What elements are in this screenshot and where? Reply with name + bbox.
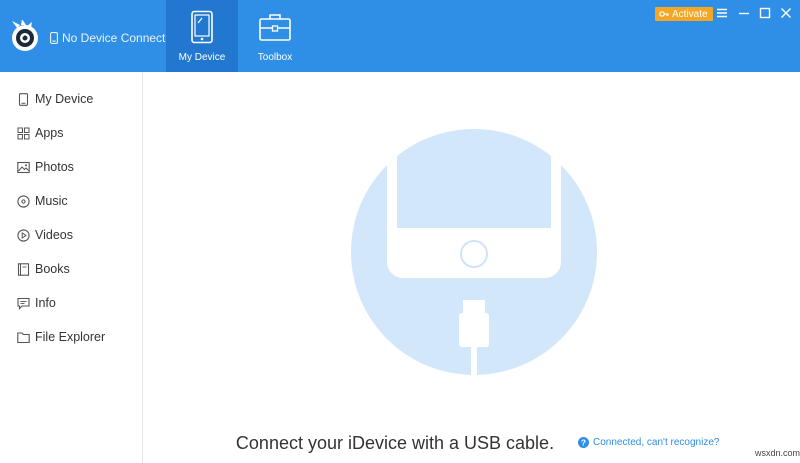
sidebar-item-label: Info bbox=[35, 296, 56, 310]
sidebar-item-file-explorer[interactable]: File Explorer bbox=[0, 323, 143, 351]
sidebar: My Device Apps Photos Music Videos Books… bbox=[0, 72, 143, 463]
sidebar-item-my-device[interactable]: My Device bbox=[0, 85, 143, 113]
device-status: No Device Connected bbox=[50, 31, 179, 45]
tab-toolbox[interactable]: Toolbox bbox=[239, 0, 311, 72]
tab-toolbox-label: Toolbox bbox=[257, 52, 293, 63]
phone-status-icon bbox=[50, 32, 58, 44]
connect-instruction: Connect your iDevice with a USB cable. bbox=[235, 433, 555, 453]
sidebar-item-label: Photos bbox=[35, 160, 74, 174]
apps-grid-icon bbox=[17, 127, 30, 139]
minimize-icon[interactable] bbox=[737, 6, 751, 20]
sidebar-item-photos[interactable]: Photos bbox=[0, 153, 143, 181]
app-logo-icon bbox=[12, 20, 38, 51]
folder-icon bbox=[17, 331, 30, 343]
activate-label: Activate bbox=[672, 8, 708, 20]
sidebar-item-label: Music bbox=[35, 194, 68, 208]
help-link[interactable]: ? Connected, can't recognize? bbox=[578, 437, 719, 448]
maximize-icon[interactable] bbox=[758, 6, 772, 20]
activate-button[interactable]: Activate bbox=[655, 7, 713, 21]
sidebar-item-label: Videos bbox=[35, 228, 73, 242]
device-icon bbox=[18, 92, 29, 106]
menu-icon[interactable] bbox=[715, 6, 729, 20]
connect-device-illustration bbox=[351, 129, 597, 377]
sidebar-item-apps[interactable]: Apps bbox=[0, 119, 143, 147]
watermark: wsxdn.com bbox=[755, 448, 800, 458]
sidebar-item-label: Books bbox=[35, 262, 70, 276]
tablet-icon bbox=[191, 10, 213, 44]
sidebar-item-label: My Device bbox=[35, 92, 94, 106]
sidebar-item-label: File Explorer bbox=[35, 330, 106, 344]
svg-text:?: ? bbox=[581, 438, 586, 448]
key-icon bbox=[659, 11, 669, 17]
close-icon[interactable] bbox=[779, 6, 793, 20]
sidebar-item-books[interactable]: Books bbox=[0, 255, 143, 283]
sidebar-item-music[interactable]: Music bbox=[0, 187, 143, 215]
photo-icon bbox=[17, 161, 30, 173]
music-disc-icon bbox=[17, 194, 30, 208]
device-status-text: No Device Connected bbox=[62, 31, 179, 45]
book-icon bbox=[17, 262, 30, 276]
title-bar: No Device Connected My Device Toolbox Ac… bbox=[0, 0, 800, 72]
tab-my-device[interactable]: My Device bbox=[166, 0, 238, 72]
chat-info-icon bbox=[17, 297, 30, 310]
help-link-text: Connected, can't recognize? bbox=[593, 437, 720, 448]
help-question-icon: ? bbox=[578, 437, 589, 448]
main-panel: Connect your iDevice with a USB cable. ?… bbox=[144, 72, 800, 463]
sidebar-item-videos[interactable]: Videos bbox=[0, 221, 143, 249]
tab-my-device-label: My Device bbox=[178, 52, 226, 63]
sidebar-item-info[interactable]: Info bbox=[0, 289, 143, 317]
toolbox-icon bbox=[259, 14, 291, 41]
sidebar-item-label: Apps bbox=[35, 126, 64, 140]
play-circle-icon bbox=[17, 228, 30, 242]
